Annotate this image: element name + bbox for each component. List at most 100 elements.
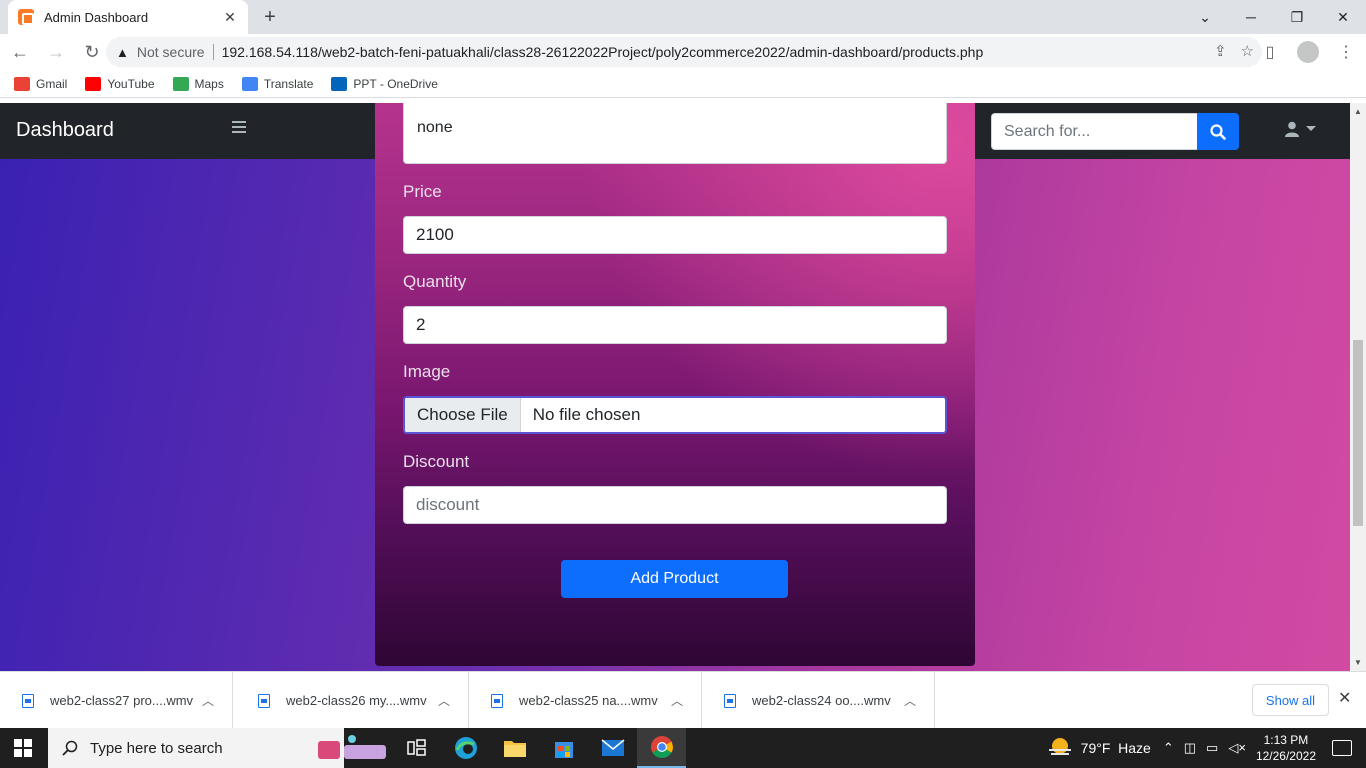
video-file-icon [491, 693, 503, 708]
haze-weather-icon [1048, 738, 1071, 755]
store-icon[interactable] [539, 728, 588, 768]
share-icon[interactable]: ⇪ [1214, 42, 1227, 60]
clock[interactable]: 1:13 PM 12/26/2022 [1256, 732, 1316, 764]
kebab-menu-icon[interactable]: ⋮ [1332, 37, 1360, 67]
user-icon [1285, 121, 1299, 137]
taskbar-search[interactable]: Type here to search [48, 728, 344, 768]
youtube-icon [85, 76, 102, 91]
notification-icon[interactable] [1332, 740, 1352, 756]
hamburger-menu-icon[interactable] [232, 121, 246, 135]
chevron-up-icon[interactable]: ︿ [665, 692, 689, 709]
bookmark-gmail[interactable]: Gmail [14, 76, 68, 91]
scroll-up-icon[interactable]: ▲ [1354, 107, 1362, 116]
search-input[interactable] [991, 113, 1197, 150]
new-tab-icon[interactable]: + [258, 6, 282, 29]
onedrive-icon [331, 76, 348, 91]
downloads-bar: web2-class27 pro....wmv ︿ web2-class26 m… [0, 671, 1366, 729]
weather-text: 79°F Haze [1080, 740, 1151, 756]
reload-icon[interactable]: ↻ [76, 36, 108, 68]
search-button[interactable] [1197, 113, 1239, 150]
bookmark-label: YouTube [107, 76, 155, 91]
price-input[interactable]: 2100 [403, 216, 947, 254]
taskbar-search-text: Type here to search [90, 739, 223, 757]
video-file-icon [22, 693, 34, 708]
download-item[interactable]: web2-class25 na....wmv ︿ [469, 672, 702, 729]
window-controls: ⌄ ─ ❐ ✕ [1182, 0, 1366, 34]
chevron-up-icon[interactable]: ︿ [196, 692, 220, 709]
minimize-icon[interactable]: ─ [1228, 0, 1274, 34]
window-close-icon[interactable]: ✕ [1320, 0, 1366, 34]
tab-title: Admin Dashboard [44, 9, 149, 25]
close-downloads-icon[interactable]: ✕ [1338, 688, 1351, 708]
tray-icons: ⌃ ◫ ▭ ◁× [1163, 740, 1246, 756]
bookmark-maps[interactable]: Maps [172, 76, 224, 91]
mail-icon[interactable] [588, 728, 637, 768]
meet-now-icon[interactable]: ◫ [1184, 740, 1196, 756]
price-label: Price [403, 182, 442, 201]
bookmarks-bar: Gmail YouTube Maps Translate PPT - OneDr… [0, 70, 1366, 98]
omnibox-divider [212, 44, 214, 60]
forward-arrow-icon[interactable]: → [40, 36, 72, 68]
weather-widget[interactable]: 79°F Haze [1047, 737, 1151, 759]
page-viewport: Dashboard none Price 2100 Quantity 2 Ima… [0, 103, 1350, 671]
download-name: web2-class26 my....wmv [286, 693, 427, 708]
toolbar-right: ▯ ⋮ [1256, 37, 1360, 67]
windows-start-icon[interactable] [14, 739, 32, 757]
download-item[interactable]: web2-class26 my....wmv ︿ [236, 672, 469, 729]
browser-tab[interactable]: Admin Dashboard ✕ [8, 0, 248, 34]
page-scrollbar[interactable]: ▲ ▼ [1350, 103, 1366, 671]
chrome-icon[interactable] [637, 728, 686, 768]
quantity-label: Quantity [403, 272, 467, 291]
xampp-favicon-icon [18, 9, 34, 25]
product-form-card: none Price 2100 Quantity 2 Image Choose … [375, 103, 975, 666]
choose-file-button[interactable]: Choose File [405, 398, 521, 432]
bookmark-label: PPT - OneDrive [353, 76, 438, 91]
chevron-up-icon[interactable]: ︿ [898, 692, 922, 709]
windows-taskbar: Type here to search 79°F Haze ⌃ ◫ ▭ ◁× 1… [0, 728, 1366, 768]
tab-search-chevron-icon[interactable]: ⌄ [1182, 0, 1228, 34]
restore-icon[interactable]: ❐ [1274, 0, 1320, 34]
video-file-icon [724, 693, 736, 708]
file-explorer-icon[interactable] [490, 728, 539, 768]
url-text[interactable]: 192.168.54.118/web2-batch-feni-patuakhal… [222, 44, 984, 60]
download-item[interactable]: web2-class24 oo....wmv ︿ [702, 672, 935, 729]
side-panel-icon[interactable]: ▯ [1256, 37, 1284, 67]
bookmark-label: Maps [194, 76, 224, 91]
volume-muted-icon[interactable]: ◁× [1228, 740, 1246, 756]
clock-date: 12/26/2022 [1255, 749, 1316, 763]
navbar-search [991, 113, 1239, 150]
image-file-input[interactable]: Choose File No file chosen [403, 396, 947, 434]
quantity-input[interactable]: 2 [403, 306, 947, 344]
video-file-icon [258, 693, 270, 708]
browser-tabstrip: Admin Dashboard ✕ + ⌄ ─ ❐ ✕ [0, 0, 1366, 34]
maps-icon [172, 76, 189, 91]
description-textarea[interactable]: none [403, 103, 947, 164]
chevron-up-icon[interactable]: ⌃ [1163, 740, 1174, 756]
bookmark-translate[interactable]: Translate [241, 76, 313, 91]
browser-toolbar: ← → ↻ ▲ Not secure 192.168.54.118/web2-b… [0, 34, 1366, 70]
scroll-thumb[interactable] [1353, 340, 1363, 526]
bookmark-onedrive[interactable]: PPT - OneDrive [331, 76, 438, 91]
search-highlight-icon [318, 735, 386, 759]
scroll-down-icon[interactable]: ▼ [1354, 658, 1362, 667]
close-tab-icon[interactable]: ✕ [222, 9, 238, 26]
show-all-button[interactable]: Show all [1252, 684, 1329, 716]
bookmark-label: Gmail [36, 76, 68, 91]
brand-title[interactable]: Dashboard [16, 119, 114, 142]
download-item[interactable]: web2-class27 pro....wmv ︿ [0, 672, 233, 729]
add-product-button[interactable]: Add Product [561, 560, 788, 598]
not-secure-label: Not secure [136, 44, 205, 60]
profile-avatar[interactable] [1294, 37, 1322, 67]
network-icon[interactable]: ▭ [1206, 740, 1218, 756]
discount-input[interactable]: discount [403, 486, 947, 524]
chevron-up-icon[interactable]: ︿ [432, 692, 456, 709]
back-arrow-icon[interactable]: ← [4, 36, 36, 68]
search-icon [1210, 123, 1226, 140]
bookmark-star-icon[interactable]: ☆ [1241, 42, 1254, 60]
user-dropdown[interactable] [1284, 121, 1316, 137]
bookmark-youtube[interactable]: YouTube [85, 76, 155, 91]
edge-icon[interactable] [441, 728, 490, 768]
task-view-icon[interactable] [392, 728, 441, 768]
image-label: Image [403, 362, 451, 381]
address-bar[interactable]: ▲ Not secure 192.168.54.118/web2-batch-f… [106, 37, 1262, 67]
